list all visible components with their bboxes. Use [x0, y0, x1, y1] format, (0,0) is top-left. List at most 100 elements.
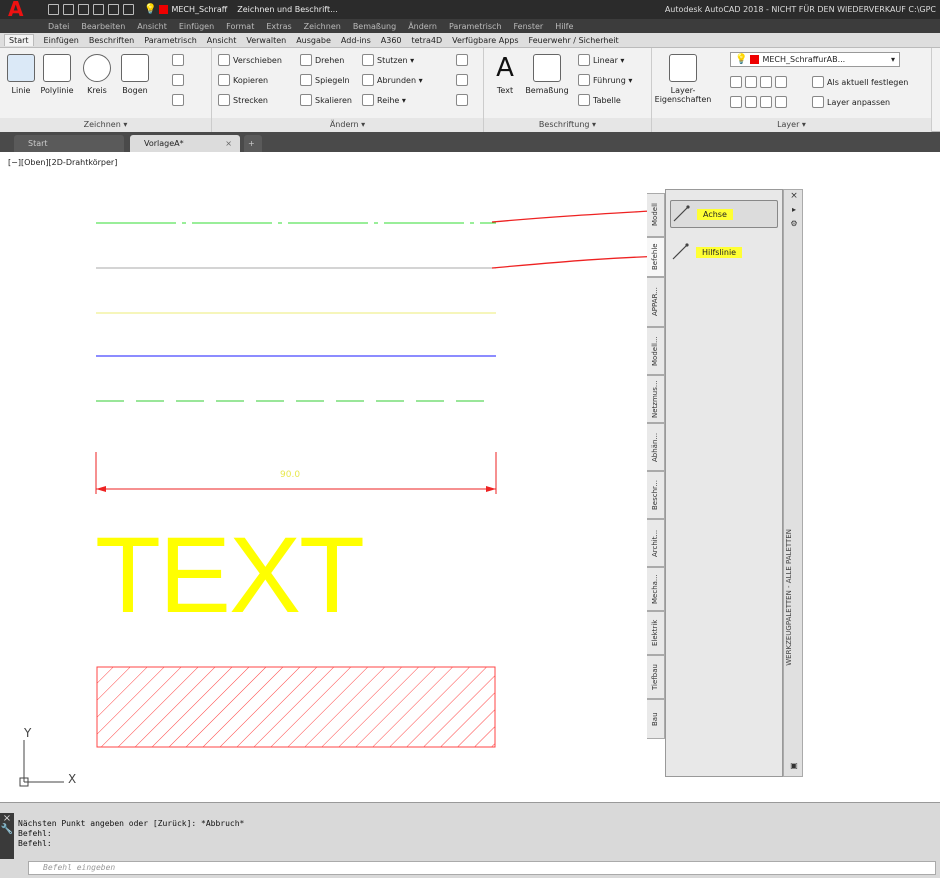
tab-tetra4d[interactable]: tetra4D — [412, 36, 443, 45]
kreis-button[interactable]: Kreis — [80, 48, 114, 95]
current-layer-name: MECH_Schraff — [171, 5, 228, 14]
text-object[interactable]: TEXT — [95, 520, 425, 630]
palette-tool-hilfslinie[interactable]: Hilfslinie — [670, 238, 778, 266]
menu-item[interactable]: Parametrisch — [449, 22, 502, 31]
command-input[interactable]: Befehl eingeben — [28, 861, 936, 875]
autohide-icon[interactable]: ▸ — [787, 205, 801, 214]
plot-icon[interactable] — [108, 4, 119, 15]
palette-tab-tiefbau[interactable]: Tiefbau — [647, 655, 665, 699]
tab-beschriften[interactable]: Beschriften — [89, 36, 134, 45]
palette-tab-beschr[interactable]: Beschr... — [647, 471, 665, 519]
dimension-text: 90.0 — [280, 470, 301, 480]
close-icon[interactable]: × — [225, 135, 232, 152]
als-aktuell-button[interactable]: Als aktuell festlegen — [812, 76, 908, 88]
panel-label[interactable]: Ändern ▾ — [212, 118, 483, 132]
reihe-button[interactable]: Reihe ▾ — [362, 94, 406, 106]
viewport-controls[interactable]: [−][Oben][2D-Drahtkörper] — [8, 158, 117, 167]
tab-verwalten[interactable]: Verwalten — [246, 36, 286, 45]
tab-feuerwehr[interactable]: Feuerwehr / Sicherheit — [529, 36, 619, 45]
menu-item[interactable]: Einfügen — [179, 22, 214, 31]
open-icon[interactable] — [63, 4, 74, 15]
properties-icon[interactable]: ⚙ — [787, 219, 801, 228]
ellipse-button[interactable] — [172, 74, 184, 86]
palette-tab-appar[interactable]: APPAR... — [647, 277, 665, 327]
erase-button[interactable] — [456, 54, 468, 66]
autocad-logo[interactable]: A — [8, 0, 32, 19]
menu-item[interactable]: Ansicht — [137, 22, 167, 31]
tab-a360[interactable]: A360 — [381, 36, 402, 45]
tab-start[interactable]: Start — [4, 34, 34, 46]
tab-parametrisch[interactable]: Parametrisch — [144, 36, 197, 45]
layer-tool-2[interactable] — [730, 96, 787, 108]
rectangle-button[interactable] — [172, 54, 184, 66]
palette-tab-modell2[interactable]: Modell... — [647, 327, 665, 375]
palette-title-strip — [783, 189, 803, 777]
tab-ansicht[interactable]: Ansicht — [207, 36, 237, 45]
linear-button[interactable]: Linear ▾ — [578, 54, 624, 66]
menu-item[interactable]: Extras — [266, 22, 291, 31]
bemassung-button[interactable]: Bemaßung — [524, 48, 570, 95]
tab-ausgabe[interactable]: Ausgabe — [296, 36, 331, 45]
palette-menu-icon[interactable]: ▣ — [787, 761, 801, 770]
palette-tab-abhaen[interactable]: Abhän... — [647, 423, 665, 471]
bogen-button[interactable]: Bogen — [118, 48, 152, 95]
menu-item[interactable]: Datei — [48, 22, 69, 31]
skalieren-button[interactable]: Skalieren — [300, 94, 352, 106]
tab-add-ins[interactable]: Add-ins — [341, 36, 371, 45]
palette-tab-mecha[interactable]: Mecha... — [647, 567, 665, 611]
close-icon[interactable]: × — [0, 813, 14, 824]
spiegeln-button[interactable]: Spiegeln — [300, 74, 350, 86]
close-icon[interactable]: × — [787, 191, 801, 201]
explode-button[interactable] — [456, 74, 468, 86]
menu-item[interactable]: Bemaßung — [353, 22, 396, 31]
wrench-icon[interactable]: 🔧 — [0, 824, 14, 835]
tab-einfuegen[interactable]: Einfügen — [44, 36, 79, 45]
menu-item[interactable]: Ändern — [408, 22, 437, 31]
palette-tab-befehle[interactable]: Befehle — [647, 237, 665, 277]
menu-item[interactable]: Zeichnen — [304, 22, 341, 31]
palette-tab-elektrik[interactable]: Elektrik — [647, 611, 665, 655]
hatch-rectangle[interactable] — [96, 666, 496, 748]
menu-item[interactable]: Fenster — [514, 22, 544, 31]
new-icon[interactable] — [48, 4, 59, 15]
strecken-button[interactable]: Strecken — [218, 94, 268, 106]
move-icon — [218, 54, 230, 66]
polylinie-button[interactable]: Polylinie — [40, 48, 74, 95]
verschieben-button[interactable]: Verschieben — [218, 54, 282, 66]
tab-apps[interactable]: Verfügbare Apps — [452, 36, 518, 45]
palette-tab-archit[interactable]: Archit... — [647, 519, 665, 567]
layer-dropdown[interactable]: 💡 MECH_SchraffurAB... ▾ — [730, 52, 900, 67]
layer-anpassen-button[interactable]: Layer anpassen — [812, 96, 890, 108]
save-icon[interactable] — [78, 4, 89, 15]
abrunden-button[interactable]: Abrunden ▾ — [362, 74, 423, 86]
palette-tool-achse[interactable]: Achse — [670, 200, 778, 228]
hatch-button[interactable] — [172, 94, 184, 106]
offset-button[interactable] — [456, 94, 468, 106]
panel-label[interactable]: Beschriftung ▾ — [484, 118, 651, 132]
layer-match-icon — [812, 96, 824, 108]
kopieren-button[interactable]: Kopieren — [218, 74, 268, 86]
save-as-icon[interactable] — [93, 4, 104, 15]
palette-tab-netzmus[interactable]: Netzmus... — [647, 375, 665, 423]
doc-tab-vorlage[interactable]: VorlageA* × — [130, 135, 240, 152]
palette-tab-bau[interactable]: Bau — [647, 699, 665, 739]
menu-item[interactable]: Format — [226, 22, 254, 31]
panel-label[interactable]: Zeichnen ▾ — [0, 118, 211, 132]
layer-quick-select[interactable]: 💡 MECH_Schraff — [144, 4, 227, 15]
workspace-select[interactable]: Zeichnen und Beschrift... — [237, 5, 337, 14]
doc-tab-start[interactable]: Start — [14, 135, 124, 152]
palette-tab-modell[interactable]: Modell — [647, 193, 665, 237]
tabelle-button[interactable]: Tabelle — [578, 94, 621, 106]
new-tab-button[interactable]: + — [244, 135, 262, 152]
fuehrung-button[interactable]: Führung ▾ — [578, 74, 632, 86]
text-button[interactable]: A Text — [490, 48, 520, 95]
menu-item[interactable]: Hilfe — [555, 22, 573, 31]
undo-icon[interactable] — [123, 4, 134, 15]
layer-eigenschaften-button[interactable]: Layer- Eigenschaften — [654, 48, 712, 104]
layer-tool-1[interactable] — [730, 76, 787, 88]
drehen-button[interactable]: Drehen — [300, 54, 344, 66]
menu-item[interactable]: Bearbeiten — [81, 22, 125, 31]
panel-label[interactable]: Layer ▾ — [652, 118, 931, 132]
stutzen-button[interactable]: Stutzen ▾ — [362, 54, 414, 66]
linie-button[interactable]: Linie — [4, 48, 38, 95]
